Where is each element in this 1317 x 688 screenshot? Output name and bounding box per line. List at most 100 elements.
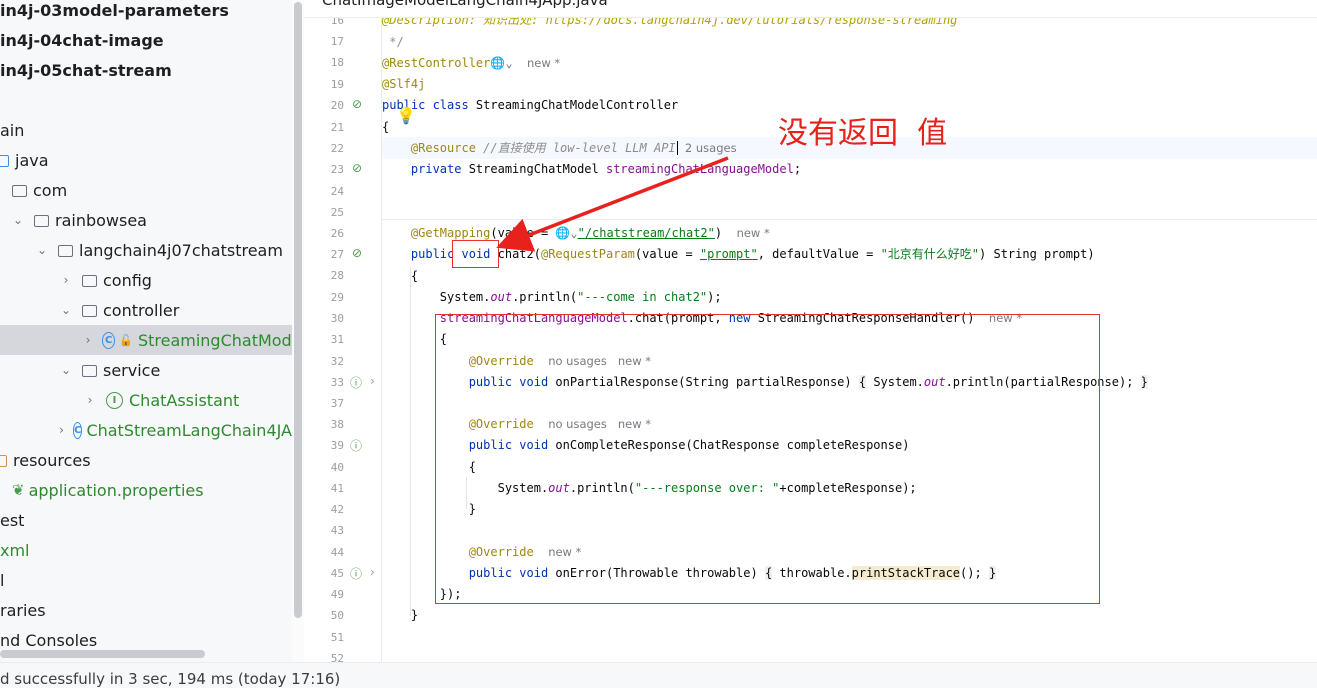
editor-tab-strip: ChatImageModelLangChain4JApp.java — [304, 0, 1317, 18]
line-number: 33 — [330, 376, 344, 389]
implements-icon[interactable]: ⓘ — [350, 565, 362, 582]
keyword: public — [410, 247, 455, 261]
tree-item-test[interactable]: est — [0, 505, 292, 535]
chevron-down-icon[interactable]: ⌄ — [58, 303, 74, 317]
tree-item-com[interactable]: com — [0, 175, 292, 205]
package-icon — [82, 275, 97, 287]
bean-icon[interactable]: ⊘ — [352, 161, 362, 175]
line-number: 25 — [330, 206, 344, 219]
chevron-down-icon[interactable]: ⌄ — [10, 213, 26, 227]
line-number: 32 — [330, 355, 344, 368]
chevron-down-icon[interactable]: ⌄ — [58, 363, 74, 377]
tree-item-rainbowsea[interactable]: ⌄ rainbowsea — [0, 205, 292, 235]
code-text: .println( — [512, 290, 578, 304]
implements-icon[interactable]: ⓘ — [350, 374, 362, 391]
tree-item-module-05[interactable]: in4j-05chat-stream — [0, 55, 292, 85]
bean-icon[interactable]: ⊘ — [352, 97, 362, 111]
tree-item-java[interactable]: java — [0, 145, 292, 175]
line-number: 26 — [330, 227, 344, 240]
tree-item-module-03[interactable]: in4j-03model-parameters — [0, 0, 292, 25]
chevron-down-icon[interactable]: ⌄ — [34, 243, 50, 257]
tree-item-label: l — [0, 570, 5, 590]
tree-item-label: ChatAssistant — [129, 390, 240, 410]
string: "北京有什么好吃" — [880, 247, 980, 261]
punct: ) — [714, 226, 723, 240]
package-icon — [82, 305, 97, 317]
tree-item-label: nd Consoles — [0, 630, 98, 650]
brace: } — [1140, 375, 1148, 389]
inlay-hint[interactable]: new * — [527, 56, 560, 70]
tree-horizontal-scrollbar[interactable] — [0, 650, 205, 658]
tree-item-app-class[interactable]: › C ChatStreamLangChain4JA — [0, 415, 292, 445]
tree-item-application-properties[interactable]: ❦ application.properties — [0, 475, 292, 505]
line-number: 30 — [330, 312, 344, 325]
tree-item-module-04[interactable]: in4j-04chat-image — [0, 25, 292, 55]
code-line-19: @Slf4j — [382, 74, 1317, 94]
tree-item-label: resources — [13, 450, 91, 470]
line-number: 52 — [330, 652, 344, 662]
spring-boot-class-icon: C — [73, 421, 83, 439]
resources-folder-icon — [0, 455, 7, 467]
code-text: , defaultValue = — [757, 247, 881, 261]
tree-item-pom-xml[interactable]: xml — [0, 535, 292, 565]
line-number: 27 — [330, 248, 344, 261]
tree-item-config[interactable]: › config — [0, 265, 292, 295]
text-caret — [676, 141, 685, 155]
globe-icon[interactable]: 🌐⌄ — [490, 56, 512, 70]
string: "---come in chat2" — [577, 290, 708, 304]
line-number: 28 — [330, 269, 344, 282]
annotation: @Slf4j — [382, 77, 426, 91]
chevron-right-icon[interactable]: › — [82, 393, 98, 407]
fold-chevron-icon[interactable]: › — [370, 374, 375, 388]
tree-item-label: application.properties — [28, 480, 204, 500]
tree-item-resources[interactable]: resources — [0, 445, 292, 475]
tree-vertical-scrollbar[interactable] — [292, 0, 304, 662]
build-status-text[interactable]: d successfully in 3 sec, 194 ms (today 1… — [0, 670, 340, 688]
annotation: @RequestParam — [540, 247, 635, 261]
code-text: (value = — [634, 247, 700, 261]
tree-item-service[interactable]: ⌄ service — [0, 355, 292, 385]
class-name: StreamingChatModelController — [468, 98, 679, 112]
tree-item-chat-assistant[interactable]: › I ChatAssistant — [0, 385, 292, 415]
method-separator — [382, 219, 1317, 220]
project-tree: in4j-03model-parameters in4j-04chat-imag… — [0, 0, 292, 662]
line-number: 31 — [330, 333, 344, 346]
inlay-hint[interactable]: 2 usages — [685, 141, 737, 155]
chevron-right-icon[interactable]: › — [58, 273, 74, 287]
keyword: public class — [382, 98, 469, 112]
inlay-hint[interactable]: new * — [737, 226, 770, 240]
tree-item-label: rainbowsea — [55, 210, 147, 230]
code-line-50: } — [382, 605, 1317, 625]
code-line-28: { — [382, 266, 1317, 286]
line-number: 37 — [330, 397, 344, 410]
endpoint-icon[interactable]: ⊘ — [352, 246, 362, 260]
string: "/chatstream/chat2" — [577, 226, 715, 240]
implements-icon[interactable]: ⓘ — [350, 437, 362, 454]
tree-item-l[interactable]: l — [0, 565, 292, 595]
status-bar: d successfully in 3 sec, 194 ms (today 1… — [0, 662, 1317, 688]
package-icon — [12, 185, 27, 197]
line-number: 39 — [330, 439, 344, 452]
code-line-26: @GetMapping(value = 🌐⌄"/chatstream/chat2… — [382, 223, 1317, 243]
lightbulb-icon[interactable]: 💡 — [396, 106, 416, 125]
chevron-right-icon[interactable]: › — [58, 423, 65, 437]
field: streamingChatLanguageModel — [605, 162, 794, 176]
chevron-right-icon[interactable]: › — [82, 333, 94, 347]
tree-item-main[interactable]: ain — [0, 115, 292, 145]
tree-item-external-libraries[interactable]: raries — [0, 595, 292, 625]
line-number: 51 — [330, 631, 344, 644]
scrollbar-thumb[interactable] — [294, 2, 302, 618]
line-number: 21 — [330, 121, 344, 134]
spring-properties-icon: ❦ — [12, 481, 25, 499]
tree-item-langchain4j07chatstream[interactable]: ⌄ langchain4j07chatstream — [0, 235, 292, 265]
tree-item-label: in4j-05chat-stream — [0, 60, 172, 80]
editor-tab[interactable]: ChatImageModelLangChain4JApp.java — [322, 0, 608, 9]
annotation: @RestController — [382, 56, 491, 70]
tree-item-label: controller — [103, 300, 180, 320]
line-number: 23 — [330, 163, 344, 176]
tree-item-streaming-chat-model-controller[interactable]: › C 🔓 StreamingChatModel — [0, 325, 292, 355]
fold-chevron-icon[interactable]: › — [370, 565, 375, 579]
tree-item-controller[interactable]: ⌄ controller — [0, 295, 292, 325]
globe-icon[interactable]: 🌐⌄ — [555, 226, 577, 240]
line-number: 45 — [330, 567, 344, 580]
